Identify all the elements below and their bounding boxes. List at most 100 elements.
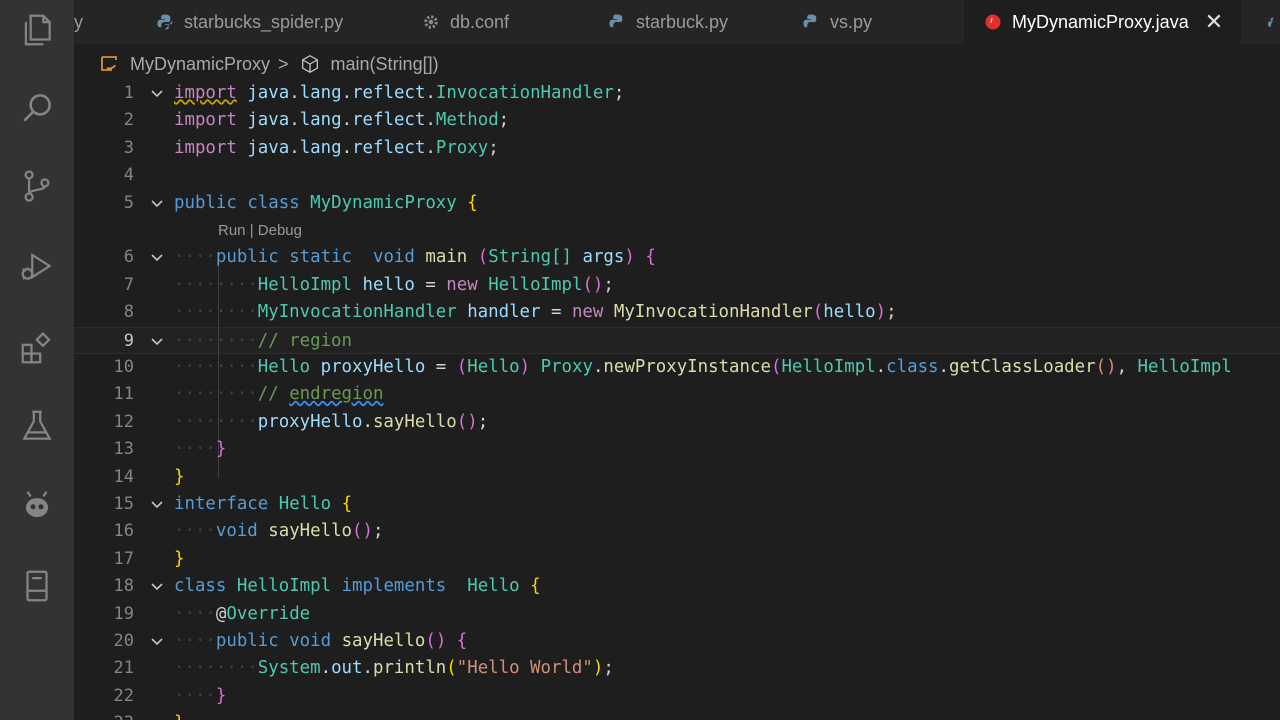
line-number: 5: [123, 192, 134, 213]
testing-flask-icon[interactable]: [17, 406, 57, 446]
line-number: 17: [113, 548, 134, 569]
code-text: ········MyInvocationHandler handler = ne…: [174, 299, 897, 326]
code-token: .: [875, 357, 887, 377]
code-token: {: [467, 192, 478, 213]
code-token: interface: [174, 494, 269, 514]
code-token: =: [550, 302, 562, 323]
code-line[interactable]: 17}: [74, 546, 1280, 573]
code-token: import: [174, 83, 237, 103]
source-control-icon[interactable]: [17, 166, 57, 206]
chevron-down-icon[interactable]: [148, 85, 166, 103]
code-line[interactable]: 10 ········Hello proxyHello = (Hello) Pro…: [74, 354, 1280, 381]
code-token: }: [174, 466, 185, 487]
indent-whitespace: ········: [174, 357, 258, 377]
code-token: Hello: [278, 494, 332, 514]
code-token: .: [289, 137, 300, 158]
run-debug-icon[interactable]: [17, 246, 57, 286]
code-token: .: [341, 137, 353, 158]
chevron-down-icon[interactable]: [148, 578, 166, 596]
code-line[interactable]: 16 ····void sayHello();: [74, 518, 1280, 545]
explorer-icon[interactable]: [17, 10, 57, 50]
code-token: (: [812, 302, 824, 323]
chevron-down-icon[interactable]: [148, 195, 166, 213]
code-text: interface Hello {: [174, 491, 352, 518]
line-number: 13: [113, 439, 134, 460]
code-line[interactable]: 5 public class MyDynamicProxy {: [74, 190, 1280, 217]
code-token: HelloImpl: [257, 274, 352, 295]
code-token: MyDynamicProxy: [310, 192, 457, 213]
code-line[interactable]: 22 ····}: [74, 683, 1280, 710]
code-line[interactable]: 12 ········proxyHello.sayHello();: [74, 409, 1280, 436]
close-icon[interactable]: ✕: [1205, 9, 1223, 35]
line-number: 10: [113, 357, 134, 377]
code-token: ): [624, 247, 635, 268]
tab-partial[interactable]: y: [74, 0, 84, 44]
code-editor[interactable]: 1 import java.lang.reflect.InvocationHand…: [74, 80, 1280, 720]
breadcrumb-method[interactable]: main(String[]): [299, 53, 439, 75]
tab-label: MyDynamicProxy.java: [1012, 11, 1189, 32]
code-line[interactable]: 19 ····@Override: [74, 601, 1280, 628]
code-token: Hello: [467, 576, 520, 597]
code-line[interactable]: 18 class HelloImpl implements Hello {: [74, 573, 1280, 600]
platformio-alien-icon[interactable]: [17, 486, 57, 526]
python-icon: [803, 14, 817, 28]
code-token: handler: [467, 302, 541, 323]
code-token: .: [289, 110, 300, 131]
tab-starbuck-py[interactable]: starbuck.py: [608, 0, 728, 44]
code-token: ;: [613, 83, 625, 103]
code-token: MyInvocationHandler: [257, 302, 457, 323]
tab-db-conf[interactable]: db.conf: [422, 0, 509, 44]
chevron-down-icon[interactable]: [148, 333, 166, 351]
remote-explorer-icon[interactable]: [17, 566, 57, 606]
python-icon[interactable]: [1267, 16, 1280, 30]
code-token: .: [320, 658, 332, 679]
code-line[interactable]: 1 import java.lang.reflect.InvocationHand…: [74, 80, 1280, 107]
code-line[interactable]: 3 import java.lang.reflect.Proxy;: [74, 135, 1280, 162]
codelens-run[interactable]: Run: [218, 222, 246, 239]
chevron-down-icon[interactable]: [148, 249, 166, 267]
chevron-down-icon[interactable]: [148, 496, 166, 514]
code-text: import java.lang.reflect.InvocationHandl…: [174, 80, 624, 107]
tab-label: db.conf: [450, 11, 510, 32]
tab-label: starbuck.py: [636, 11, 729, 32]
code-token: args: [582, 247, 625, 268]
code-line[interactable]: 4: [74, 162, 1280, 189]
code-line[interactable]: 21 ········System.out.println("Hello Worl…: [74, 655, 1280, 682]
code-line[interactable]: 14}: [74, 464, 1280, 491]
tab-label: starbucks_spider.py: [184, 11, 344, 32]
search-icon[interactable]: [17, 88, 57, 128]
chevron-down-icon[interactable]: [148, 633, 166, 651]
code-line[interactable]: 23}: [74, 710, 1280, 720]
tab-starbucks-spider[interactable]: starbucks_spider.py: [156, 0, 343, 44]
code-token: void: [289, 631, 332, 651]
tab-my-dynamic-proxy[interactable]: MyDynamicProxy.java ✕: [964, 0, 1242, 44]
line-number: 16: [113, 521, 134, 542]
code-token: public: [174, 192, 237, 213]
code-line[interactable]: 7 ········HelloImpl hello = new HelloImpl…: [74, 272, 1280, 299]
code-line[interactable]: 11 ········// endregion: [74, 381, 1280, 408]
code-line[interactable]: 8 ········MyInvocationHandler handler = n…: [74, 299, 1280, 326]
code-line[interactable]: 2 import java.lang.reflect.Method;: [74, 107, 1280, 134]
line-number: 3: [123, 137, 134, 158]
line-number: 11: [113, 384, 134, 405]
codelens-debug[interactable]: Debug: [258, 222, 302, 239]
code-line[interactable]: 20 ····public void sayHello() {: [74, 628, 1280, 655]
codelens-run-debug[interactable]: Run | Debug: [218, 217, 302, 244]
breadcrumb-file[interactable]: MyDynamicProxy: [98, 54, 270, 75]
tab-vs-py[interactable]: vs.py: [802, 0, 872, 44]
code-line[interactable]: 13 ····}: [74, 436, 1280, 463]
code-token: InvocationHandler: [435, 83, 614, 103]
code-line[interactable]: 15 interface Hello {: [74, 491, 1280, 518]
code-line[interactable]: 6 ····public static void main (String[] a…: [74, 244, 1280, 271]
extensions-icon[interactable]: [17, 328, 57, 368]
code-line[interactable]: 9 ········// region: [74, 326, 1280, 354]
